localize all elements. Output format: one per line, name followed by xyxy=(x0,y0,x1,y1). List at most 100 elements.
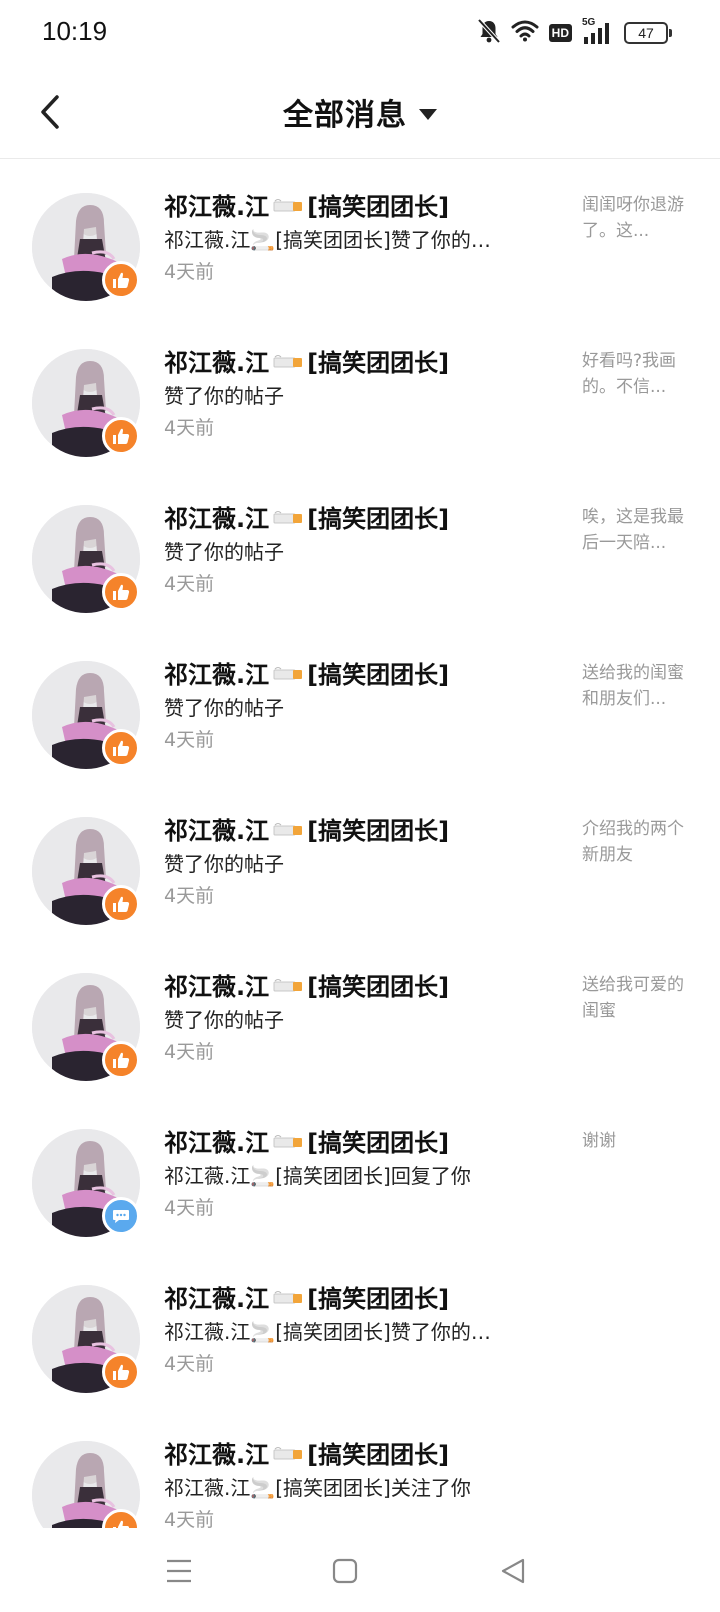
message-content: 祁江薇.江 [搞笑团团长] 赞了你的帖子 4天前 xyxy=(164,502,554,600)
cigarette-emoji-icon xyxy=(273,667,303,680)
sender-name-part1: 祁江薇.江 xyxy=(164,817,270,845)
thumbs-up-icon xyxy=(102,1353,140,1391)
sender-name[interactable]: 祁江薇.江 [搞笑团团长] xyxy=(164,346,554,380)
cigarette-emoji-icon xyxy=(273,511,303,524)
message-action: 赞了你的帖子 xyxy=(164,540,284,564)
sender-name-part2: [搞笑团团长] xyxy=(307,193,450,221)
message-action: 祁江薇.江🚬[搞笑团团长]回复了你 xyxy=(164,1164,471,1188)
post-preview[interactable]: 好看吗?我画的。不信... xyxy=(582,348,694,400)
message-item[interactable]: 祁江薇.江 [搞笑团团长] 祁江薇.江🚬[搞笑团团长]回复了你 4天前 谢谢 xyxy=(0,1094,720,1250)
cigarette-emoji-icon xyxy=(273,355,303,368)
message-time: 4天前 xyxy=(164,573,215,595)
message-content: 祁江薇.江 [搞笑团团长] 祁江薇.江🚬[搞笑团团长]回复了你 4天前 xyxy=(164,1126,554,1224)
cigarette-emoji-icon xyxy=(273,1291,303,1304)
back-triangle-icon xyxy=(501,1558,525,1584)
sender-name-part1: 祁江薇.江 xyxy=(164,1129,270,1157)
avatar[interactable] xyxy=(32,1441,140,1528)
message-content: 祁江薇.江 [搞笑团团长] 祁江薇.江🚬[搞笑团团长]赞了你的… 4天前 xyxy=(164,190,554,288)
message-action: 赞了你的帖子 xyxy=(164,1008,284,1032)
message-action: 祁江薇.江🚬[搞笑团团长]赞了你的… xyxy=(164,228,491,252)
message-action: 祁江薇.江🚬[搞笑团团长]赞了你的… xyxy=(164,1320,491,1344)
message-time: 4天前 xyxy=(164,885,215,907)
message-item[interactable]: 祁江薇.江 [搞笑团团长] 赞了你的帖子 4天前 送给我可爱的闺蜜 xyxy=(0,938,720,1094)
message-content: 祁江薇.江 [搞笑团团长] 祁江薇.江🚬[搞笑团团长]关注了你 4天前 xyxy=(164,1438,554,1528)
network-type-label: 5G xyxy=(582,17,596,28)
sender-name-part2: [搞笑团团长] xyxy=(307,1285,450,1313)
thumbs-up-icon xyxy=(102,417,140,455)
sender-name-part1: 祁江薇.江 xyxy=(164,661,270,689)
sender-name-part2: [搞笑团团长] xyxy=(307,661,450,689)
message-action: 赞了你的帖子 xyxy=(164,696,284,720)
message-item[interactable]: 祁江薇.江 [搞笑团团长] 祁江薇.江🚬[搞笑团团长]赞了你的… 4天前 闺闺呀你退游了… xyxy=(0,158,720,314)
hd-badge: HD xyxy=(548,24,572,42)
message-item[interactable]: 祁江薇.江 [搞笑团团长] 祁江薇.江🚬[搞笑团团长]赞了你的… 4天前 xyxy=(0,1250,720,1406)
sender-name[interactable]: 祁江薇.江 [搞笑团团长] xyxy=(164,502,554,536)
mute-bell-icon xyxy=(477,18,501,48)
sender-name-part1: 祁江薇.江 xyxy=(164,1285,270,1313)
post-preview[interactable]: 唉，这是我最后一天陪... xyxy=(582,504,694,556)
cigarette-emoji-icon xyxy=(273,979,303,992)
message-item[interactable]: 祁江薇.江 [搞笑团团长] 赞了你的帖子 4天前 介绍我的两个新朋友 xyxy=(0,782,720,938)
sender-name-part1: 祁江薇.江 xyxy=(164,349,270,377)
cigarette-emoji-icon xyxy=(273,1447,303,1460)
thumbs-up-icon xyxy=(102,729,140,767)
post-preview[interactable]: 送给我的闺蜜和朋友们... xyxy=(582,660,694,712)
message-time: 4天前 xyxy=(164,261,215,283)
avatar[interactable] xyxy=(32,661,140,769)
message-item[interactable]: 祁江薇.江 [搞笑团团长] 赞了你的帖子 4天前 唉，这是我最后一天陪... xyxy=(0,470,720,626)
message-time: 4天前 xyxy=(164,1353,215,1375)
sender-name-part1: 祁江薇.江 xyxy=(164,973,270,1001)
home-button[interactable] xyxy=(320,1546,370,1596)
message-time: 4天前 xyxy=(164,417,215,439)
avatar[interactable] xyxy=(32,1129,140,1237)
avatar[interactable] xyxy=(32,817,140,925)
thumbs-up-icon xyxy=(102,1041,140,1079)
avatar[interactable] xyxy=(32,505,140,613)
message-item[interactable]: 祁江薇.江 [搞笑团团长] 赞了你的帖子 4天前 送给我的闺蜜和朋友们... xyxy=(0,626,720,782)
message-item[interactable]: 祁江薇.江 [搞笑团团长] 赞了你的帖子 4天前 好看吗?我画的。不信... xyxy=(0,314,720,470)
post-preview[interactable]: 谢谢 xyxy=(582,1128,694,1154)
message-time: 4天前 xyxy=(164,1041,215,1063)
message-time: 4天前 xyxy=(164,729,215,751)
sender-name[interactable]: 祁江薇.江 [搞笑团团长] xyxy=(164,1282,554,1316)
sender-name-part1: 祁江薇.江 xyxy=(164,505,270,533)
sender-name[interactable]: 祁江薇.江 [搞笑团团长] xyxy=(164,1126,554,1160)
avatar[interactable] xyxy=(32,1285,140,1393)
message-item[interactable]: 祁江薇.江 [搞笑团团长] 祁江薇.江🚬[搞笑团团长]关注了你 4天前 xyxy=(0,1406,720,1528)
system-back-button[interactable] xyxy=(488,1546,538,1596)
cellular-signal-icon: 5G xyxy=(582,17,614,46)
sender-name-part2: [搞笑团团长] xyxy=(307,1441,450,1469)
status-time: 10:19 xyxy=(42,16,108,46)
avatar[interactable] xyxy=(32,973,140,1081)
sender-name[interactable]: 祁江薇.江 [搞笑团团长] xyxy=(164,814,554,848)
post-preview[interactable]: 介绍我的两个新朋友 xyxy=(582,816,694,868)
post-preview[interactable]: 送给我可爱的闺蜜 xyxy=(582,972,694,1024)
sender-name[interactable]: 祁江薇.江 [搞笑团团长] xyxy=(164,658,554,692)
message-action: 祁江薇.江🚬[搞笑团团长]关注了你 xyxy=(164,1476,471,1500)
message-content: 祁江薇.江 [搞笑团团长] 赞了你的帖子 4天前 xyxy=(164,658,554,756)
sender-name[interactable]: 祁江薇.江 [搞笑团团长] xyxy=(164,190,554,224)
message-time: 4天前 xyxy=(164,1197,215,1219)
message-time: 4天前 xyxy=(164,1509,215,1528)
page-title: 全部消息 xyxy=(283,98,407,133)
post-preview[interactable]: 闺闺呀你退游了。这... xyxy=(582,192,694,244)
battery-indicator: 47 xyxy=(624,22,672,44)
system-nav-bar xyxy=(0,1528,720,1612)
menu-button[interactable] xyxy=(154,1546,204,1596)
message-content: 祁江薇.江 [搞笑团团长] 赞了你的帖子 4天前 xyxy=(164,970,554,1068)
sender-name-part2: [搞笑团团长] xyxy=(307,817,450,845)
cigarette-emoji-icon xyxy=(273,823,303,836)
sender-name[interactable]: 祁江薇.江 [搞笑团团长] xyxy=(164,970,554,1004)
sender-name[interactable]: 祁江薇.江 [搞笑团团长] xyxy=(164,1438,554,1472)
cigarette-emoji-icon xyxy=(273,199,303,212)
status-icons: HD 5G 47 xyxy=(477,17,672,48)
avatar[interactable] xyxy=(32,349,140,457)
comment-icon xyxy=(102,1197,140,1235)
sender-name-part2: [搞笑团团长] xyxy=(307,505,450,533)
thumbs-up-icon xyxy=(102,261,140,299)
message-filter-dropdown[interactable]: 全部消息 xyxy=(0,90,720,134)
thumbs-up-icon xyxy=(102,573,140,611)
header: 全部消息 xyxy=(0,66,720,159)
avatar[interactable] xyxy=(32,193,140,301)
message-list: 祁江薇.江 [搞笑团团长] 祁江薇.江🚬[搞笑团团长]赞了你的… 4天前 闺闺呀你退游了… xyxy=(0,158,720,1528)
